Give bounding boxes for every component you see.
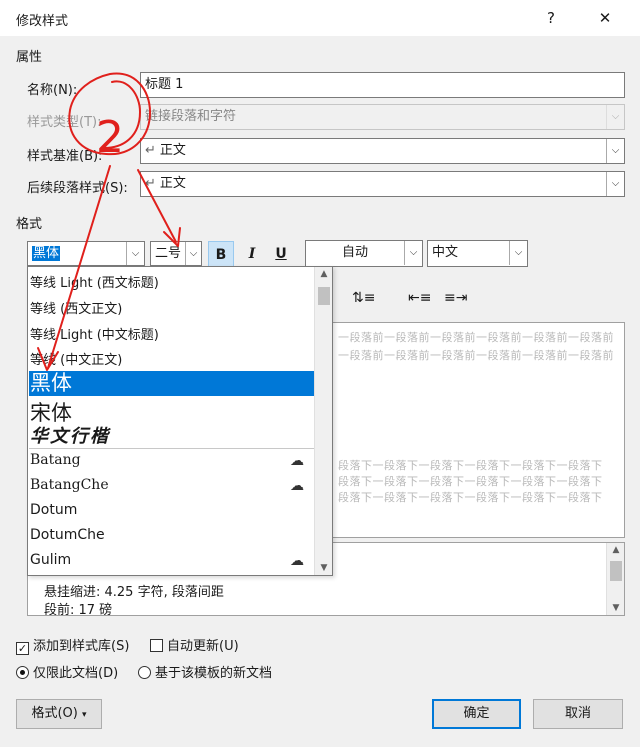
font-option[interactable]: BatangChe [29, 477, 315, 493]
radio-selected-icon[interactable] [16, 666, 29, 679]
font-option[interactable]: 华文行楷 [29, 422, 315, 448]
only-this-document-label: 仅限此文档(D) [33, 666, 119, 681]
italic-button[interactable]: I [239, 241, 265, 267]
format-button-label: 格式(O) [31, 706, 78, 721]
style-type-select: 链接段落和字符 ⌵ [140, 104, 625, 130]
only-this-document-radio[interactable]: 仅限此文档(D) [16, 662, 118, 681]
chevron-down-icon[interactable]: ⌵ [185, 242, 201, 265]
properties-section-label: 属性 [16, 50, 43, 65]
chevron-down-icon[interactable]: ⌵ [606, 172, 624, 196]
preview-prev-line: 一段落前一段落前一段落前一段落前一段落前一段落前 [338, 331, 614, 344]
preview-next-line: 段落下一段落下一段落下一段落下一段落下一段落下 [338, 459, 603, 472]
new-docs-template-label: 基于该模板的新文档 [155, 666, 273, 681]
underline-button[interactable]: U [268, 241, 294, 267]
next-style-value: 正文 [159, 176, 186, 191]
format-menu-button[interactable]: 格式(O) ▾ [16, 699, 102, 729]
description-line: 悬挂缩进: 4.25 字符, 段落间距 [44, 585, 224, 600]
script-select[interactable]: 中文 ⌵ [427, 240, 528, 267]
font-option[interactable]: 等线 Light (西文标题) [29, 272, 315, 291]
add-to-gallery-checkbox[interactable]: ✓ 添加到样式库(S) [16, 635, 129, 655]
auto-update-label: 自动更新(U) [167, 639, 239, 654]
style-type-value: 链接段落和字符 [145, 109, 237, 124]
cancel-button[interactable]: 取消 [533, 699, 623, 729]
font-name-combo[interactable]: 黑体 ⌵ [27, 241, 145, 266]
font-option[interactable]: DotumChe [29, 527, 315, 543]
format-section-label: 格式 [16, 217, 43, 232]
style-type-label: 样式类型(T): [27, 115, 102, 130]
cloud-download-icon: ☁ [290, 478, 304, 494]
paragraph-mark-icon: ↵ [145, 143, 156, 158]
description-line: 段前: 17 磅 [44, 603, 113, 616]
font-option[interactable]: 等线 (中文正文) [29, 349, 315, 368]
increase-indent-icon[interactable]: ≡⇥ [444, 290, 467, 306]
name-value: 标题 1 [145, 77, 184, 92]
scroll-thumb[interactable] [318, 287, 330, 305]
chevron-down-icon[interactable]: ⌵ [126, 242, 144, 265]
radio-icon[interactable] [138, 666, 151, 679]
description-scrollbar[interactable]: ▲ ▼ [606, 543, 624, 615]
font-color-select[interactable]: 自动 ⌵ [305, 240, 423, 267]
preview-next-line: 段落下一段落下一段落下一段落下一段落下一段落下 [338, 475, 603, 488]
title-bar: 修改样式 ? ✕ [0, 0, 640, 36]
font-option[interactable]: Dotum [29, 502, 315, 518]
bold-button[interactable]: B [208, 241, 234, 267]
chevron-down-icon[interactable]: ⌵ [509, 241, 527, 265]
scroll-thumb[interactable] [610, 561, 622, 581]
preview-prev-line: 一段落前一段落前一段落前一段落前一段落前一段落前 [338, 349, 614, 362]
font-dropdown-list[interactable]: 等线 Light (西文标题) 等线 (西文正文) 等线 Light (中文标题… [27, 266, 333, 576]
scroll-down-icon[interactable]: ▼ [607, 603, 624, 613]
style-base-value: 正文 [159, 143, 186, 158]
checkbox-icon[interactable] [150, 639, 163, 652]
modify-style-dialog: 修改样式 ? ✕ 属性 名称(N): 标题 1 样式类型(T): 链接段落和字符… [0, 0, 640, 747]
chevron-down-icon[interactable]: ⌵ [606, 139, 624, 163]
chevron-down-icon[interactable]: ⌵ [404, 241, 422, 265]
list-divider [29, 448, 315, 449]
chevron-down-icon: ⌵ [606, 105, 624, 129]
next-style-label: 后续段落样式(S): [27, 181, 128, 196]
name-label: 名称(N): [27, 83, 78, 98]
font-option-selected[interactable]: 黑体 [29, 371, 315, 396]
script-value: 中文 [432, 245, 459, 260]
font-option[interactable]: 等线 (西文正文) [29, 298, 315, 317]
font-size-value: 二号 [155, 246, 182, 261]
close-button[interactable]: ✕ [590, 6, 620, 30]
preview-next-line: 段落下一段落下一段落下一段落下一段落下一段落下 [338, 491, 603, 504]
line-spacing-icon[interactable]: ⇅≡ [352, 290, 375, 306]
auto-update-checkbox[interactable]: 自动更新(U) [150, 635, 239, 654]
font-option[interactable]: Gulim [29, 552, 315, 568]
paragraph-mark-icon: ↵ [145, 176, 156, 191]
font-color-value: 自动 [341, 245, 368, 260]
name-input[interactable]: 标题 1 [140, 72, 625, 98]
help-button[interactable]: ? [536, 6, 566, 30]
decrease-indent-icon[interactable]: ⇤≡ [408, 290, 431, 306]
next-style-select[interactable]: ↵ 正文 ⌵ [140, 171, 625, 197]
scroll-down-icon[interactable]: ▼ [315, 563, 332, 573]
font-size-combo[interactable]: 二号 ⌵ [150, 241, 202, 266]
font-list-scrollbar[interactable]: ▲ ▼ [314, 267, 332, 575]
style-base-label: 样式基准(B): [27, 149, 103, 164]
font-name-value[interactable]: 黑体 [32, 246, 61, 261]
style-base-select[interactable]: ↵ 正文 ⌵ [140, 138, 625, 164]
caret-down-icon: ▾ [82, 710, 87, 720]
font-option[interactable]: 等线 Light (中文标题) [29, 324, 315, 343]
ok-button[interactable]: 确定 [432, 699, 521, 729]
scroll-up-icon[interactable]: ▲ [315, 269, 332, 279]
circle-annotation [103, 80, 141, 149]
cloud-download-icon: ☁ [290, 453, 304, 469]
add-to-gallery-label: 添加到样式库(S) [33, 639, 130, 654]
scroll-up-icon[interactable]: ▲ [607, 545, 624, 555]
checkmark-icon[interactable]: ✓ [16, 642, 29, 655]
dialog-title: 修改样式 [16, 14, 69, 29]
new-docs-template-radio[interactable]: 基于该模板的新文档 [138, 662, 272, 681]
cloud-download-icon: ☁ [290, 553, 304, 569]
font-option[interactable]: Batang [29, 452, 315, 468]
